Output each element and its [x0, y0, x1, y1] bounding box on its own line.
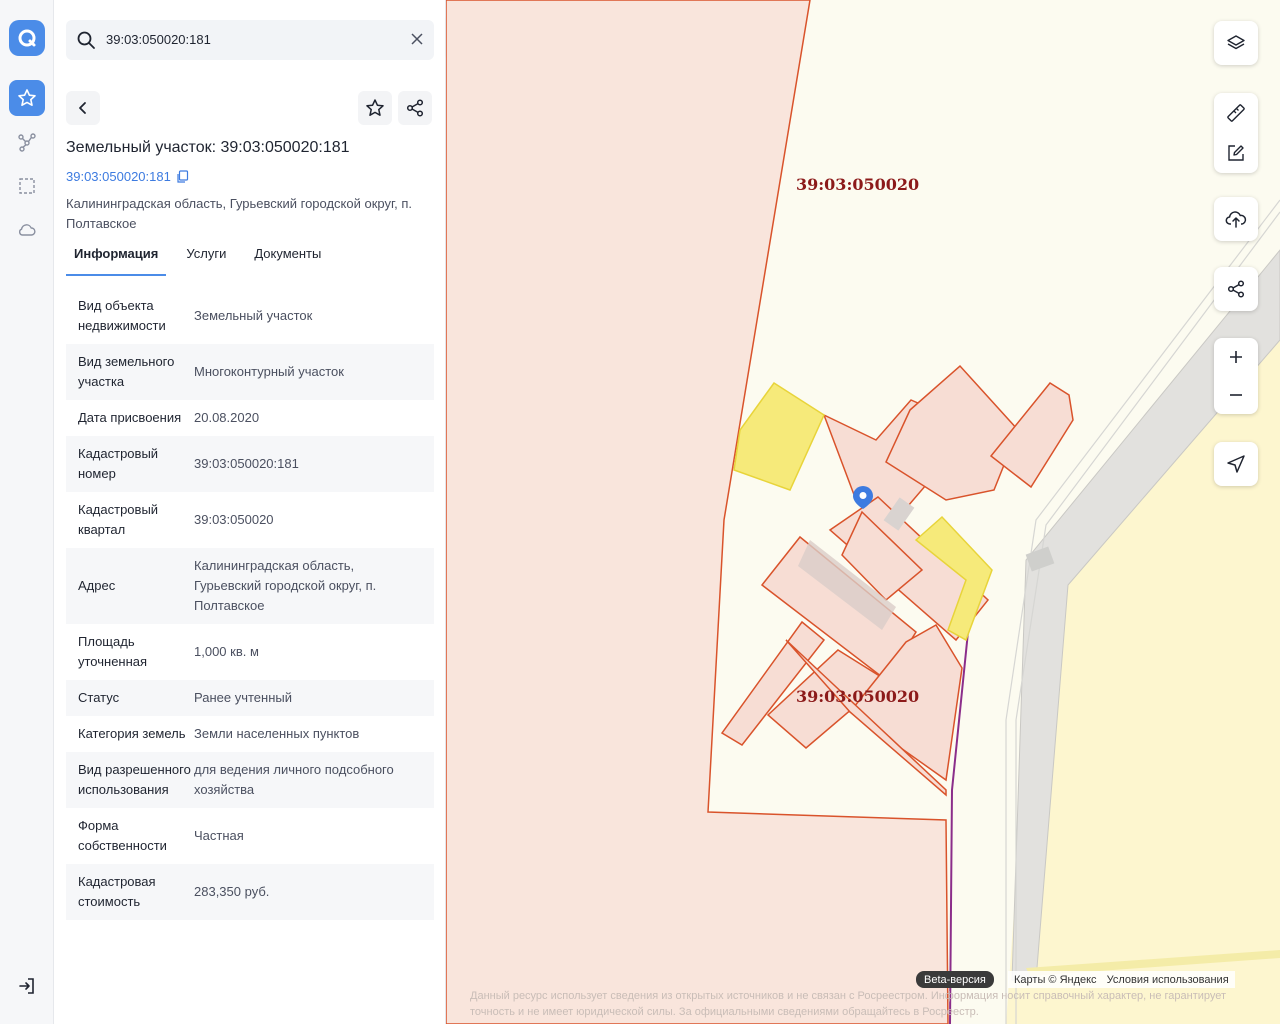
info-row: Кадастровая стоимость 283,350 руб. [66, 864, 434, 920]
ruler-icon[interactable] [1226, 103, 1246, 123]
map-attribution: Карты © Яндекс Условия использования [1008, 971, 1235, 988]
info-key: Дата присвоения [78, 410, 182, 425]
routes-rail-button[interactable] [9, 124, 45, 160]
info-row: Площадь уточненная 1,000 кв. м [66, 624, 434, 680]
navigation-arrow-icon [1227, 455, 1245, 473]
info-key: Вид разрешенного использования [78, 762, 191, 797]
quarter-label: 39:03:050020 [796, 175, 920, 194]
zoom-in-icon[interactable] [1228, 349, 1244, 365]
login-icon [19, 978, 34, 994]
info-value: 39:03:050020:181 [194, 456, 299, 471]
app-logo[interactable] [9, 20, 45, 56]
info-key: Площадь уточненная [78, 634, 148, 669]
edit-icon[interactable] [1226, 143, 1246, 163]
info-key: Кадастровый номер [78, 446, 159, 481]
quarter-label: 39:03:050020 [796, 687, 920, 706]
info-value: Ранее учтенный [194, 690, 292, 705]
info-value: 1,000 кв. м [194, 644, 259, 659]
add-favorite-button[interactable] [358, 91, 392, 125]
map-canvas[interactable]: 39:03:050020 39:03:050020 Beta-версия Ка… [446, 0, 1280, 1024]
object-address: Калининградская область, Гурьевский горо… [66, 196, 413, 231]
share-icon [406, 99, 424, 117]
info-row: Адрес Калининградская область, Гурьевский… [66, 548, 434, 624]
beta-badge: Beta-версия [916, 971, 994, 988]
map-disclaimer: Данный ресурс использует сведения из отк… [470, 990, 1227, 1018]
dashed-square-icon [19, 178, 35, 194]
info-row: Статус Ранее учтенный [66, 680, 434, 716]
search-input[interactable]: 39:03:050020:181 [106, 32, 211, 47]
back-button[interactable] [66, 91, 100, 125]
tools-group [1214, 93, 1258, 173]
map-share-button[interactable] [1214, 267, 1258, 311]
clear-search-icon[interactable] [410, 32, 424, 51]
info-value: для ведения личного подсобного хозяйства [194, 762, 394, 797]
search-bar: 39:03:050020:181 [66, 20, 434, 60]
cloud-upload-icon [1225, 211, 1247, 228]
info-key: Статус [78, 690, 120, 705]
zoom-out-icon[interactable] [1228, 387, 1244, 403]
graph-nodes-icon [18, 133, 36, 152]
layers-icon [1227, 35, 1245, 50]
info-value: Земельный участок [194, 308, 313, 323]
star-icon [18, 89, 36, 106]
selection-rail-button[interactable] [9, 168, 45, 204]
copy-icon[interactable] [176, 170, 189, 183]
cadastral-map[interactable] [446, 0, 1280, 1024]
info-table: Вид объекта недвижимости Земельный участо… [66, 288, 434, 920]
tab-bar: Информация Услуги Документы [66, 240, 341, 276]
info-row: Вид разрешенного использования для ведени… [66, 752, 434, 808]
info-row: Вид земельного участка Многоконтурный уча… [66, 344, 434, 400]
login-rail-button[interactable] [9, 968, 45, 1004]
info-value: 39:03:050020 [194, 512, 274, 527]
tab-information[interactable]: Информация [66, 240, 167, 276]
cloud-rail-button[interactable] [9, 212, 45, 248]
terms-link[interactable]: Условия использования [1107, 974, 1229, 986]
cloud-icon [19, 224, 36, 236]
search-icon[interactable] [76, 30, 96, 55]
share-icon [1227, 280, 1245, 298]
star-icon [366, 99, 384, 116]
info-key: Категория земель [78, 726, 186, 741]
info-value: Калининградская область, Гурьевский горо… [194, 558, 377, 613]
yandex-attribution[interactable]: Карты © Яндекс [1014, 974, 1097, 986]
info-row: Кадастровый номер 39:03:050020:181 [66, 436, 434, 492]
share-button[interactable] [398, 91, 432, 125]
info-value: Земли населенных пунктов [194, 726, 360, 741]
info-row: Дата присвоения 20.08.2020 [66, 400, 434, 436]
info-row: Вид объекта недвижимости Земельный участо… [66, 288, 434, 344]
info-key: Кадастровый квартал [78, 502, 159, 537]
tab-documents[interactable]: Документы [246, 240, 329, 276]
info-key: Вид объекта недвижимости [78, 298, 166, 333]
logo-icon [18, 29, 36, 47]
page-title: Земельный участок: 39:03:050020:181 [66, 139, 350, 156]
favorites-rail-button[interactable] [9, 80, 45, 116]
info-key: Вид земельного участка [78, 354, 175, 389]
info-value: 20.08.2020 [194, 410, 260, 425]
cadastral-number-text[interactable]: 39:03:050020:181 [66, 169, 171, 184]
info-key: Форма собственности [78, 818, 167, 853]
info-value: Частная [194, 828, 244, 843]
info-key: Адрес [78, 578, 116, 593]
tab-services[interactable]: Услуги [178, 240, 234, 276]
info-row: Категория земель Земли населенных пунктов [66, 716, 434, 752]
chevron-left-icon [79, 102, 86, 114]
info-row: Форма собственности Частная [66, 808, 434, 864]
zoom-controls [1214, 338, 1258, 414]
object-panel: 39:03:050020:181 Земельный участок: 39:0… [54, 0, 446, 1024]
left-rail [0, 0, 54, 1024]
info-key: Кадастровая стоимость [78, 874, 156, 909]
info-value: 283,350 руб. [194, 884, 270, 899]
info-value: Многоконтурный участок [194, 364, 344, 379]
cadastral-number-link[interactable]: 39:03:050020:181 [66, 169, 189, 184]
locate-me-button[interactable] [1214, 442, 1258, 486]
info-row: Кадастровый квартал 39:03:050020 [66, 492, 434, 548]
upload-button[interactable] [1214, 197, 1258, 241]
layers-button[interactable] [1214, 21, 1258, 65]
